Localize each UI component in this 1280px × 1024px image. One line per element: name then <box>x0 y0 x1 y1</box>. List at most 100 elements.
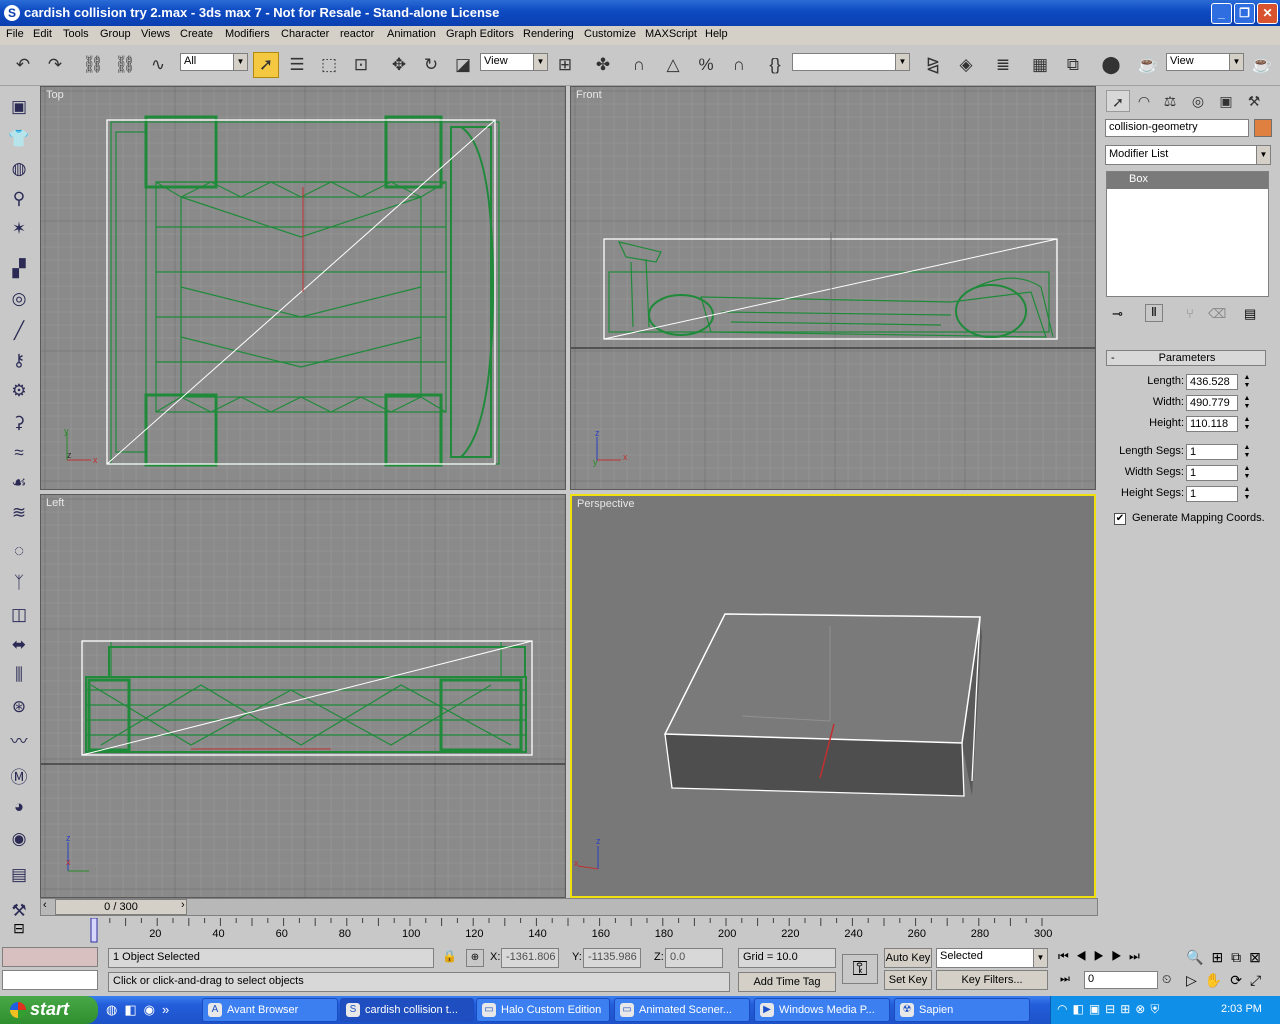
height-field[interactable]: 110.118 <box>1186 416 1238 432</box>
prev-frame-icon[interactable]: ◀ <box>1076 949 1094 963</box>
next-frame-icon[interactable]: ▶ <box>1111 949 1129 963</box>
height-segs-spinner[interactable]: ▲ ▼ <box>1242 486 1252 502</box>
viewport-left[interactable]: zx Left <box>40 494 566 898</box>
show-end-result-icon[interactable]: Ⅱ <box>1145 304 1163 322</box>
soft-body-collection-icon[interactable]: ◍ <box>6 156 32 182</box>
task-windows-media-player[interactable]: ▶ Windows Media P... <box>754 998 890 1022</box>
menu-tools[interactable]: Tools <box>63 28 89 40</box>
time-slider-next-icon[interactable]: › <box>181 899 185 911</box>
curve-editor-icon[interactable]: ▦ <box>1027 52 1053 78</box>
angle-snap-icon[interactable]: △ <box>660 52 686 78</box>
constraint-solver-icon[interactable]: ◌ <box>6 538 32 564</box>
usb-tray-icon[interactable]: ⊞ <box>1120 1002 1135 1016</box>
media-quicklaunch-icon[interactable]: ◉ <box>144 1002 162 1017</box>
undo-icon[interactable]: ↶ <box>10 52 36 78</box>
configure-modifier-sets-icon[interactable]: ▤ <box>1244 306 1256 322</box>
menu-reactor[interactable]: reactor <box>340 28 374 40</box>
prismatic-icon[interactable]: ⫼ <box>6 662 32 688</box>
selection-lock-icon[interactable]: 🔒 <box>442 949 457 963</box>
key-mode-toggle-icon[interactable]: ⏭ <box>1060 973 1070 986</box>
point-to-point-icon[interactable]: ⬌ <box>6 632 32 658</box>
selection-filter-dropdown[interactable]: All ▼ <box>180 53 248 71</box>
select-and-link-icon[interactable]: ⛓ <box>80 52 106 78</box>
height-segs-field[interactable]: 1 <box>1186 486 1238 502</box>
layer-manager-icon[interactable]: ≣ <box>990 52 1016 78</box>
create-tab-icon[interactable]: ➚ <box>1106 90 1130 112</box>
window-crossing-icon[interactable]: ⊡ <box>348 52 374 78</box>
width-field[interactable]: 490.779 <box>1186 395 1238 411</box>
zoom-all-icon[interactable]: ⊞ <box>1211 949 1231 965</box>
minimize-button[interactable]: _ <box>1211 3 1232 24</box>
printer-tray-icon[interactable]: ⊟ <box>1105 1002 1120 1016</box>
cloth-collection-icon[interactable]: 👕 <box>6 126 32 152</box>
pin-stack-icon[interactable]: ⊸ <box>1112 306 1123 322</box>
quick-render-icon[interactable]: ☕ <box>1249 52 1275 78</box>
reference-coordinate-dropdown[interactable]: View ▼ <box>480 53 548 71</box>
select-by-name-icon[interactable]: ☰ <box>284 52 310 78</box>
edit-named-selection-icon[interactable]: {} <box>762 52 788 78</box>
antivirus-tray-icon[interactable]: ⊗ <box>1135 1002 1150 1016</box>
time-configuration-icon[interactable]: ⏲ <box>1162 972 1171 987</box>
analyze-world-icon[interactable]: ◕ <box>6 794 32 820</box>
task-3dsmax[interactable]: Scardish collision t... <box>340 998 474 1022</box>
arc-rotate-icon[interactable]: ⟳ <box>1230 972 1250 988</box>
goto-start-icon[interactable]: ⏮ <box>1058 949 1076 963</box>
app-icon[interactable]: S <box>4 5 20 21</box>
field-of-view-icon[interactable]: ▷ <box>1186 972 1205 988</box>
set-key-button[interactable]: Set Key <box>884 970 932 990</box>
play-icon[interactable]: ▶ <box>1094 949 1112 963</box>
select-and-rotate-icon[interactable]: ↻ <box>418 52 444 78</box>
key-filters-button[interactable]: Key Filters... <box>936 970 1048 990</box>
menu-group[interactable]: Group <box>100 28 131 40</box>
goto-end-icon[interactable]: ⏭ <box>1129 949 1147 963</box>
absolute-relative-icon[interactable]: ⊕ <box>466 949 484 967</box>
viewport-perspective-label[interactable]: Perspective <box>577 498 634 510</box>
y-coordinate-field[interactable]: -1135.986 <box>583 948 641 968</box>
toy-car-icon[interactable]: ⚳ <box>6 410 32 436</box>
key-mode-dropdown[interactable]: Selected ▼ <box>936 948 1048 968</box>
network-tray-icon[interactable]: ◠ <box>1057 1002 1072 1016</box>
z-coordinate-field[interactable]: 0.0 <box>665 948 723 968</box>
task-halo-custom-edition[interactable]: ▭ Halo Custom Edition <box>476 998 610 1022</box>
named-selection-dropdown[interactable]: ▼ <box>792 53 910 71</box>
percent-snap-icon[interactable]: % <box>693 52 719 78</box>
rope-collection-icon[interactable]: ⚲ <box>6 186 32 212</box>
width-segs-field[interactable]: 1 <box>1186 465 1238 481</box>
mirror-icon[interactable]: ⧎ <box>920 52 946 78</box>
menu-modifiers[interactable]: Modifiers <box>225 28 270 40</box>
security-tray-icon[interactable]: ⛨ <box>1150 1002 1164 1016</box>
maxscript-input-mini[interactable] <box>2 970 98 990</box>
parameters-rollout-header[interactable]: - Parameters <box>1106 350 1266 366</box>
menu-file[interactable]: File <box>6 28 24 40</box>
display-tray-icon[interactable]: ▣ <box>1089 1002 1105 1016</box>
pan-icon[interactable]: ✋ <box>1205 972 1230 988</box>
mini-curve-editor-icon[interactable]: ⊟ <box>6 920 32 940</box>
car-wheel-icon[interactable]: ⊛ <box>6 694 32 720</box>
width-segs-spinner[interactable]: ▲ ▼ <box>1242 465 1252 481</box>
rectangular-region-icon[interactable]: ⬚ <box>316 52 342 78</box>
set-key-icon[interactable]: ⚿ <box>842 954 878 984</box>
unlink-icon[interactable]: ⛓ <box>112 52 138 78</box>
object-color-swatch[interactable] <box>1254 119 1272 137</box>
time-slider-thumb[interactable]: 0 / 300 <box>55 899 187 915</box>
maximize-viewport-icon[interactable]: ⤢ <box>1250 972 1269 988</box>
task-sapien[interactable]: ☢ Sapien <box>894 998 1030 1022</box>
time-slider-prev-icon[interactable]: ‹ <box>43 899 47 911</box>
volume-tray-icon[interactable]: ◧ <box>1072 1002 1088 1016</box>
snaps-toggle-icon[interactable]: ∩ <box>626 52 652 78</box>
restore-button[interactable]: ❐ <box>1234 3 1255 24</box>
add-time-tag-button[interactable]: Add Time Tag <box>738 972 836 992</box>
utilities-tab-icon[interactable]: ⚒ <box>1242 90 1266 112</box>
display-tab-icon[interactable]: ▣ <box>1214 90 1238 112</box>
zoom-icon[interactable]: 🔍 <box>1186 949 1211 965</box>
browser-quicklaunch-icon[interactable]: ◍ <box>106 1002 124 1017</box>
menu-edit[interactable]: Edit <box>33 28 52 40</box>
schematic-view-icon[interactable]: ⧉ <box>1060 52 1086 78</box>
length-spinner[interactable]: ▲ ▼ <box>1242 374 1252 390</box>
zoom-extents-all-icon[interactable]: ⊠ <box>1249 949 1269 965</box>
menu-views[interactable]: Views <box>141 28 170 40</box>
x-coordinate-field[interactable]: -1361.806 <box>501 948 559 968</box>
length-segs-spinner[interactable]: ▲ ▼ <box>1242 444 1252 460</box>
menu-customize[interactable]: Customize <box>584 28 636 40</box>
redo-icon[interactable]: ↷ <box>42 52 68 78</box>
